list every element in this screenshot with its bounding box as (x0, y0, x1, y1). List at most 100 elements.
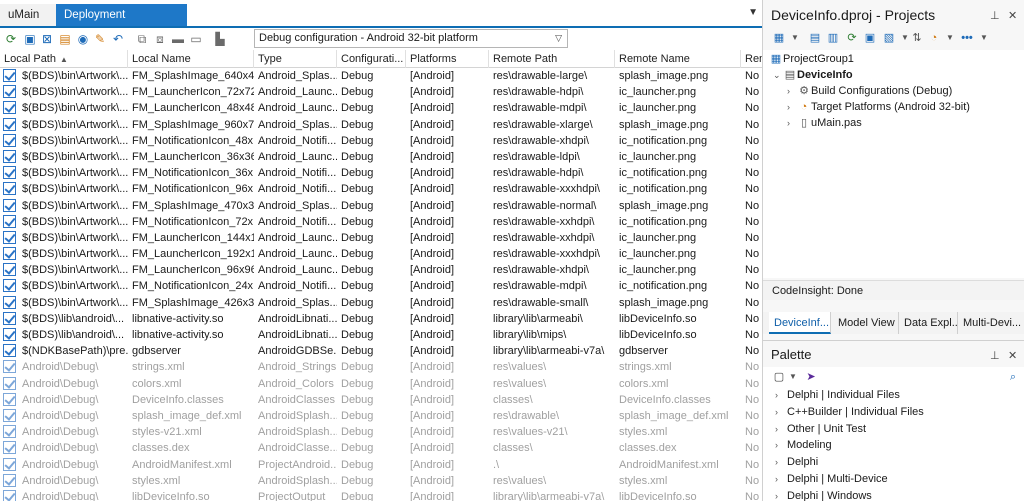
table-row[interactable]: $(NDKBasePath)\pre... gdbserver AndroidGDB… (0, 343, 762, 359)
toggle-icon[interactable]: ▬ (170, 31, 186, 47)
table-row[interactable]: $(BDS)\bin\Artwork\... FM_SplashImage_640… (0, 68, 762, 84)
row-checkbox[interactable] (3, 311, 16, 325)
chevron-right-icon[interactable]: › (775, 471, 787, 488)
col-header-remote-path[interactable]: Remote Path (489, 50, 615, 68)
palette-category[interactable]: › C++Builder | Individual Files (775, 404, 924, 421)
row-checkbox[interactable] (3, 328, 16, 341)
row-checkbox[interactable] (3, 473, 16, 487)
chevron-right-icon[interactable]: › (775, 488, 787, 501)
table-row[interactable]: Android\Debug\ styles-v21.xml AndroidSplas… (0, 424, 762, 440)
tab-model-view[interactable]: Model View (833, 312, 899, 334)
chevron-right-icon[interactable]: › (787, 83, 797, 99)
row-checkbox[interactable] (3, 408, 16, 422)
row-checkbox[interactable] (3, 101, 16, 115)
tree-build-configurations[interactable]: › ⚙ Build Configurations (Debug) (787, 83, 952, 99)
chevron-down-icon[interactable]: ▼ (785, 370, 801, 384)
chevron-right-icon[interactable]: › (775, 454, 787, 471)
tree-project[interactable]: ⌄ ▤ DeviceInfo (773, 67, 853, 83)
options-icon[interactable]: ▣ (862, 31, 878, 45)
row-checkbox[interactable] (3, 85, 16, 99)
table-row[interactable]: $(BDS)\bin\Artwork\... FM_SplashImage_960… (0, 117, 762, 133)
pointer-icon[interactable]: ➤ (803, 370, 819, 384)
search-icon[interactable]: ⌕ (1005, 370, 1021, 384)
row-checkbox[interactable] (3, 425, 16, 439)
tab-data-explorer[interactable]: Data Expl... (899, 312, 958, 334)
chevron-down-icon[interactable]: ▼ (942, 31, 958, 45)
table-row[interactable]: $(BDS)\bin\Artwork\... FM_NotificationIco… (0, 165, 762, 181)
table-row[interactable]: $(BDS)\lib\android\... libnative-activity… (0, 311, 762, 327)
tab-list-dropdown-icon[interactable]: ▼ (748, 7, 758, 18)
col-header-type[interactable]: Type (254, 50, 337, 68)
table-row[interactable]: $(BDS)\bin\Artwork\... FM_NotificationIco… (0, 133, 762, 149)
row-checkbox[interactable] (3, 149, 16, 163)
close-icon[interactable]: ✕ (1008, 9, 1017, 22)
remove-file-icon[interactable]: ⊠ (39, 31, 55, 47)
row-checkbox[interactable] (3, 117, 16, 131)
view-icon[interactable]: ▧ (881, 31, 897, 45)
col-header-remote[interactable]: Ren (741, 50, 762, 68)
table-row[interactable]: Android\Debug\ styles.xml AndroidSplash...… (0, 473, 762, 489)
row-checkbox[interactable] (3, 344, 16, 358)
table-row[interactable]: Android\Debug\ classes.dex AndroidClasse..… (0, 440, 762, 456)
revert-icon[interactable]: ↶ (110, 31, 126, 47)
table-row[interactable]: $(BDS)\lib\android\... libnative-activity… (0, 327, 762, 343)
add-featured-files-icon[interactable]: ▤ (57, 31, 73, 47)
palette-category[interactable]: › Delphi | Multi-Device (775, 471, 888, 488)
table-row[interactable]: Android\Debug\ strings.xml Android_Strings… (0, 359, 762, 375)
tree-target-platforms[interactable]: › ◔ Target Platforms (Android 32-bit) (787, 99, 970, 115)
new-project-icon[interactable]: ▦ (771, 31, 787, 45)
table-row[interactable]: Android\Debug\ colors.xml Android_Colors De… (0, 376, 762, 392)
row-checkbox[interactable] (3, 489, 16, 501)
chevron-right-icon[interactable]: › (787, 115, 797, 131)
connect-icon[interactable]: ◉ (75, 31, 91, 47)
tab-multi-device[interactable]: Multi-Devi... (958, 312, 1022, 334)
target-icon[interactable]: ◔ (926, 31, 942, 45)
options-icon[interactable]: ▭ (188, 31, 204, 47)
table-row[interactable]: $(BDS)\bin\Artwork\... FM_NotificationIco… (0, 214, 762, 230)
tab-deployment[interactable]: Deployment DeviceInfo✕ (56, 4, 187, 43)
compare-icon[interactable]: ⧈ (152, 31, 168, 47)
row-checkbox[interactable] (3, 247, 16, 261)
pin-icon[interactable]: ⊥ (990, 349, 1000, 362)
device-icon[interactable]: ▙ (212, 31, 228, 47)
more-icon[interactable]: ••• (959, 31, 975, 45)
table-row[interactable]: $(BDS)\bin\Artwork\... FM_SplashImage_426… (0, 295, 762, 311)
configuration-select[interactable]: Debug configuration - Android 32-bit pla… (254, 29, 568, 48)
row-checkbox[interactable] (3, 376, 16, 390)
table-row[interactable]: Android\Debug\ splash_image_def.xml Androi… (0, 408, 762, 424)
row-checkbox[interactable] (3, 360, 16, 374)
table-row[interactable]: $(BDS)\bin\Artwork\... FM_LauncherIcon_14… (0, 230, 762, 246)
row-checkbox[interactable] (3, 182, 16, 196)
sync-icon[interactable]: ⟳ (844, 31, 860, 45)
chevron-down-icon[interactable]: ⌄ (773, 67, 783, 83)
table-row[interactable]: $(BDS)\bin\Artwork\... FM_LauncherIcon_48… (0, 100, 762, 116)
palette-category[interactable]: › Other | Unit Test (775, 421, 866, 438)
row-checkbox[interactable] (3, 133, 16, 147)
col-header-remote-name[interactable]: Remote Name (615, 50, 741, 68)
table-row[interactable]: $(BDS)\bin\Artwork\... FM_SplashImage_470… (0, 198, 762, 214)
table-row[interactable]: $(BDS)\bin\Artwork\... FM_LauncherIcon_36… (0, 149, 762, 165)
chevron-right-icon[interactable]: › (775, 387, 787, 404)
row-checkbox[interactable] (3, 166, 16, 180)
col-header-local-path[interactable]: Local Path ▲ (0, 50, 128, 68)
tree-project-group[interactable]: ▦ ProjectGroup1 (769, 51, 854, 67)
deploy-icon[interactable]: ✎ (92, 31, 108, 47)
add-files-icon[interactable]: ▣ (22, 31, 38, 47)
table-row[interactable]: Android\Debug\ DeviceInfo.classes AndroidC… (0, 392, 762, 408)
table-row[interactable]: Android\Debug\ AndroidManifest.xml Project… (0, 457, 762, 473)
tab-deviceinfo[interactable]: DeviceInf... (769, 312, 831, 334)
row-checkbox[interactable] (3, 230, 16, 244)
row-checkbox[interactable] (3, 279, 16, 293)
palette-category[interactable]: › Modeling (775, 437, 832, 454)
tab-umain[interactable]: uMain (0, 4, 56, 41)
build-icon[interactable]: ▤ (807, 31, 823, 45)
row-checkbox[interactable] (3, 69, 16, 82)
close-icon[interactable]: ✕ (1008, 349, 1017, 362)
palette-category[interactable]: › Delphi | Individual Files (775, 387, 900, 404)
copy-icon[interactable]: ⧉ (134, 31, 150, 47)
compile-icon[interactable]: ▥ (825, 31, 841, 45)
palette-category[interactable]: › Delphi (775, 454, 818, 471)
row-checkbox[interactable] (3, 392, 16, 406)
row-checkbox[interactable] (3, 263, 16, 277)
row-checkbox[interactable] (3, 457, 16, 471)
